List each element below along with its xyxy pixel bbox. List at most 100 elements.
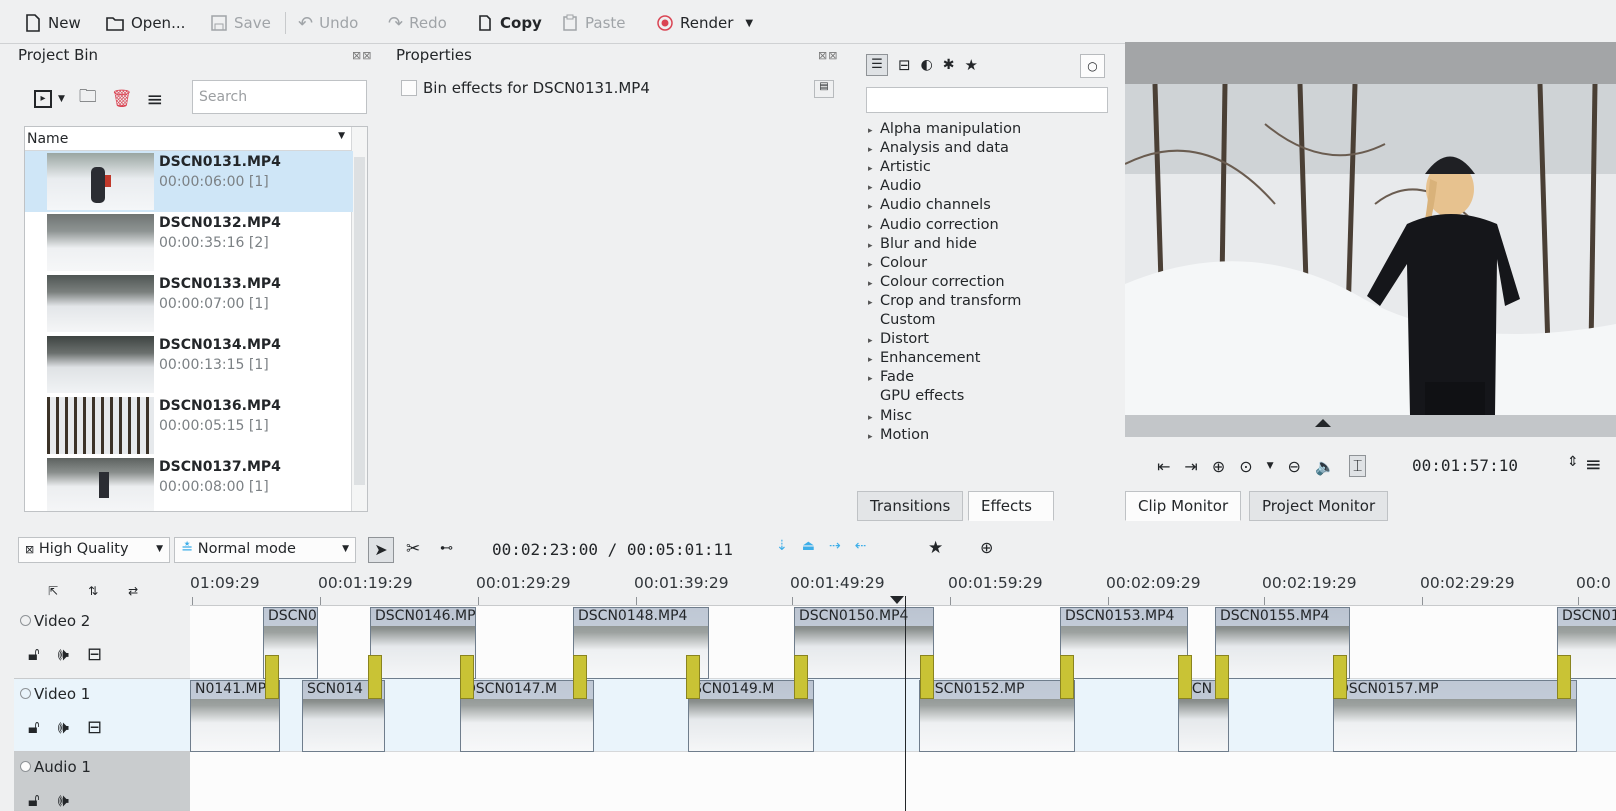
- marker-icon[interactable]: ⊕: [980, 538, 993, 557]
- favorite-star-icon[interactable]: ★: [965, 56, 978, 74]
- bin-effects-checkbox[interactable]: [401, 80, 417, 96]
- bin-scrollbar[interactable]: [351, 127, 367, 511]
- timeline-clip[interactable]: DSCN0153.MP4: [1060, 607, 1188, 679]
- effect-category[interactable]: ▸ Enhancement: [868, 350, 980, 366]
- hide-icon[interactable]: ⊟: [87, 717, 102, 738]
- effect-category[interactable]: ▸ Analysis and data: [868, 140, 1009, 156]
- extract-icon[interactable]: ⇢: [829, 538, 841, 554]
- bin-item[interactable]: DSCN0137.MP4 00:00:08:00 [1]: [25, 456, 353, 511]
- bin-item[interactable]: DSCN0134.MP4 00:00:13:15 [1]: [25, 334, 353, 395]
- copy-button[interactable]: Copy: [476, 10, 542, 36]
- bin-item[interactable]: DSCN0132.MP4 00:00:35:16 [2]: [25, 212, 353, 273]
- favorite-star-icon[interactable]: ★: [928, 538, 943, 558]
- effect-category[interactable]: ▸ Colour: [868, 255, 927, 271]
- track-header-video1[interactable]: Video 1 🔓︎ 🕪︎ ⊟: [14, 679, 190, 752]
- video-filter-icon[interactable]: ⊟: [898, 56, 911, 74]
- bin-item[interactable]: DSCN0136.MP4 00:00:05:15 [1]: [25, 395, 353, 456]
- lock-icon[interactable]: 🔓︎: [28, 644, 40, 665]
- bin-item[interactable]: DSCN0133.MP4 00:00:07:00 [1]: [25, 273, 353, 334]
- effect-stack-icon[interactable]: ▤: [814, 80, 834, 98]
- transition-marker[interactable]: [1557, 655, 1571, 699]
- volume-icon[interactable]: 🔈: [1315, 457, 1335, 476]
- transition-marker[interactable]: [1333, 655, 1347, 699]
- bin-search-input[interactable]: [192, 80, 367, 114]
- transition-marker[interactable]: [686, 655, 700, 699]
- redo-button[interactable]: ↷ Redo: [388, 10, 447, 36]
- track-select-radio[interactable]: [20, 761, 31, 772]
- effect-category[interactable]: ▸ Fade: [868, 369, 914, 385]
- monitor-ruler[interactable]: [1125, 415, 1616, 437]
- track-header-video2[interactable]: Video 2 🔓︎ 🕪︎ ⊟: [14, 606, 190, 679]
- track-select-radio[interactable]: [20, 615, 31, 626]
- chevron-down-icon[interactable]: ▼: [745, 18, 753, 29]
- float-close-icon[interactable]: ⊠⊠: [818, 49, 838, 62]
- track-area-audio1[interactable]: [190, 752, 1616, 811]
- track-select-radio[interactable]: [20, 688, 31, 699]
- bin-column-header[interactable]: Name ▼: [25, 127, 353, 151]
- audio-filter-icon[interactable]: ◐: [921, 57, 933, 73]
- effect-category[interactable]: ▸ Audio: [868, 178, 921, 194]
- effect-category[interactable]: ▸ Audio channels: [868, 197, 991, 213]
- track-header-audio1[interactable]: Audio 1 🔓︎ 🕪︎: [14, 752, 190, 811]
- timeline-clip[interactable]: DSCN0150.MP4: [794, 607, 934, 679]
- overwrite-icon[interactable]: ⏏: [802, 538, 815, 554]
- render-button[interactable]: Render ▼: [656, 10, 753, 36]
- select-tool-icon[interactable]: ➤: [368, 537, 394, 563]
- quality-select[interactable]: ⊠ High Quality ▼: [18, 537, 170, 563]
- tab-effects[interactable]: Effects: [968, 491, 1054, 521]
- lift-icon[interactable]: ⇠: [855, 538, 867, 554]
- mute-icon[interactable]: 🕪︎: [58, 790, 69, 811]
- undo-button[interactable]: ↶ Undo: [298, 10, 358, 36]
- chevron-down-icon[interactable]: ▼: [58, 94, 65, 104]
- bin-item[interactable]: DSCN0131.MP4 00:00:06:00 [1]: [25, 151, 353, 212]
- effects-search-input[interactable]: [866, 87, 1108, 113]
- new-button[interactable]: New: [24, 10, 81, 36]
- open-button[interactable]: Open...: [105, 10, 185, 36]
- transition-marker[interactable]: [460, 655, 474, 699]
- transition-marker[interactable]: [1178, 655, 1192, 699]
- add-track-icon[interactable]: ⇅: [88, 584, 98, 606]
- edit-mode-select[interactable]: ≛ Normal mode ▼: [174, 537, 356, 563]
- mute-icon[interactable]: 🕪︎: [58, 717, 69, 738]
- lock-icon[interactable]: 🔓︎: [28, 790, 40, 811]
- spacer-tool-icon[interactable]: ⊷: [440, 541, 453, 556]
- monitor-timecode[interactable]: 00:01:57:10: [1412, 456, 1518, 475]
- rewind-icon[interactable]: ⊕: [1212, 457, 1225, 476]
- play-icon[interactable]: ⊙: [1239, 457, 1252, 476]
- effect-info-icon[interactable]: ○: [1080, 54, 1105, 78]
- delete-icon[interactable]: 🗑: [111, 89, 133, 109]
- transition-marker[interactable]: [794, 655, 808, 699]
- transition-marker[interactable]: [265, 655, 279, 699]
- set-in-point-icon[interactable]: ⇤: [1157, 457, 1170, 476]
- add-clip-icon[interactable]: ▸: [34, 90, 52, 108]
- hide-icon[interactable]: ⊟: [87, 644, 102, 665]
- set-out-point-icon[interactable]: ⇥: [1184, 457, 1197, 476]
- effect-category[interactable]: Custom: [868, 312, 936, 328]
- effect-category[interactable]: ▸ Motion: [868, 427, 929, 443]
- effect-category[interactable]: ▸ Audio correction: [868, 217, 999, 233]
- transition-marker[interactable]: [573, 655, 587, 699]
- mute-icon[interactable]: 🕪︎: [58, 644, 69, 665]
- effect-category[interactable]: ▸ Misc: [868, 408, 912, 424]
- clip-monitor-view[interactable]: [1125, 42, 1616, 437]
- transition-marker[interactable]: [1215, 655, 1229, 699]
- effect-category[interactable]: ▸ Blur and hide: [868, 236, 977, 252]
- lock-icon[interactable]: 🔓︎: [28, 717, 40, 738]
- effect-category[interactable]: ▸ Colour correction: [868, 274, 1005, 290]
- list-view-icon[interactable]: ☰: [866, 54, 888, 76]
- effect-category[interactable]: ▸ Crop and transform: [868, 293, 1021, 309]
- tab-clip-monitor[interactable]: Clip Monitor: [1125, 491, 1242, 521]
- tab-transitions[interactable]: Transitions: [857, 491, 964, 521]
- menu-icon[interactable]: ≡: [147, 87, 164, 111]
- transition-marker[interactable]: [368, 655, 382, 699]
- collapse-icon[interactable]: ⇱: [48, 584, 58, 606]
- custom-filter-icon[interactable]: ✱: [943, 57, 955, 73]
- effect-category[interactable]: ▸ Artistic: [868, 159, 931, 175]
- zoom-fit-icon[interactable]: ⌶: [1348, 455, 1367, 477]
- timecode-spin-icon[interactable]: ⇕: [1567, 454, 1579, 470]
- timeline-clip[interactable]: DSCN0157.MP: [1333, 680, 1577, 752]
- float-close-icon[interactable]: ⊠⊠: [352, 49, 372, 62]
- tab-project-monitor[interactable]: Project Monitor: [1249, 491, 1389, 521]
- chevron-down-icon[interactable]: ▼: [1267, 461, 1274, 471]
- razor-tool-icon[interactable]: ✂: [406, 539, 420, 559]
